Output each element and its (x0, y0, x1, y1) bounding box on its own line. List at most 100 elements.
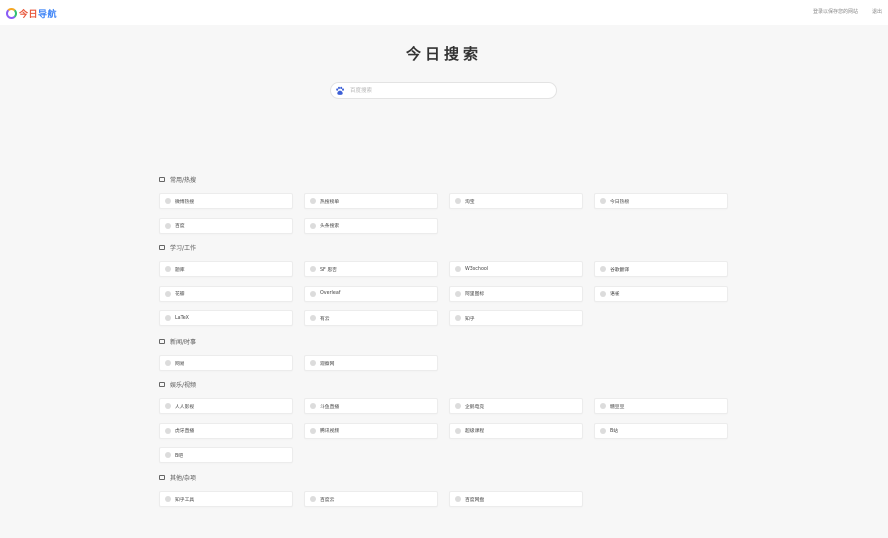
section-label: 娱乐/视频 (170, 382, 197, 389)
site-favicon-icon (600, 266, 606, 272)
site-link-card[interactable]: 淘宝 (449, 193, 583, 209)
site-link-label: Overleaf (320, 291, 341, 296)
site-link-card[interactable]: 糖豆豆 (594, 398, 728, 414)
site-link-card[interactable]: Overleaf (304, 285, 438, 302)
folder-icon (159, 475, 165, 480)
site-favicon-icon (310, 427, 316, 434)
site-favicon-icon (165, 222, 171, 229)
section-title: 学习/工作 (159, 243, 196, 252)
site-link-label: 题库 (175, 267, 185, 273)
site-link-label: 百度 (175, 224, 185, 229)
site-link-card[interactable]: 有云 (304, 310, 438, 326)
site-favicon-icon (165, 427, 171, 434)
site-favicon-icon (455, 496, 461, 502)
site-favicon-icon (165, 315, 171, 321)
site-link-card[interactable]: 语雀 (594, 285, 728, 302)
folder-icon (159, 177, 165, 182)
site-link-label: 阿里图标 (465, 292, 485, 297)
site-favicon-icon (310, 496, 316, 502)
site-favicon-icon (165, 198, 171, 204)
site-link-label: 企鹅电竞 (465, 404, 485, 410)
site-link-label: 语雀 (610, 292, 620, 297)
site-link-card[interactable]: 花瓣 (159, 285, 293, 302)
site-link-label: 百度云 (320, 497, 335, 503)
site-link-card[interactable]: B站 (594, 422, 728, 439)
site-favicon-icon (455, 290, 461, 297)
site-favicon-icon (310, 290, 316, 297)
site-favicon-icon (600, 198, 606, 204)
folder-icon (159, 339, 165, 344)
site-favicon-icon (310, 266, 316, 272)
site-link-label: 今日热榜 (610, 199, 630, 205)
site-link-label: 谷歌翻译 (610, 267, 630, 273)
site-link-label: 花瓣 (175, 292, 185, 297)
link-sections: 常用/热搜 微博热搜 热搜榜单 淘宝 今日热榜 百度 头条搜索 学习/工作 题库 SF 思否 W3s… (0, 0, 888, 538)
site-link-card[interactable]: 知乎 (449, 310, 583, 326)
site-link-label: LaTeX (175, 315, 189, 321)
site-link-label: 头条搜索 (320, 224, 340, 229)
site-favicon-icon (310, 315, 316, 321)
site-favicon-icon (310, 360, 316, 366)
site-link-label: 知乎工具 (175, 497, 195, 503)
site-link-label: 有云 (320, 316, 330, 322)
folder-icon (159, 382, 165, 387)
site-link-card[interactable]: 题库 (159, 261, 293, 277)
site-favicon-icon (455, 427, 461, 434)
site-favicon-icon (600, 427, 606, 434)
site-link-label: 斗鱼直播 (320, 404, 340, 410)
site-link-label: 腾讯视频 (320, 429, 340, 434)
site-link-card[interactable]: SF 思否 (304, 261, 438, 277)
site-link-card[interactable]: 斗鱼直播 (304, 398, 438, 414)
site-link-card[interactable]: 谷歌翻译 (594, 261, 728, 277)
site-link-label: 观察网 (320, 361, 335, 367)
site-link-label: 淘宝 (465, 199, 475, 205)
site-link-label: 网易 (175, 361, 185, 367)
site-link-label: B吧 (175, 453, 184, 459)
site-link-card[interactable]: B吧 (159, 447, 293, 463)
site-link-label: 百度网盘 (465, 497, 485, 503)
site-link-label: W3school (465, 266, 489, 272)
site-link-card[interactable]: 知乎工具 (159, 491, 293, 507)
site-favicon-icon (600, 290, 606, 297)
site-link-label: 糖豆豆 (610, 404, 625, 410)
site-link-card[interactable]: 头条搜索 (304, 217, 438, 234)
site-link-label: 超级课程 (465, 429, 485, 434)
site-favicon-icon (310, 403, 316, 409)
site-favicon-icon (310, 198, 316, 204)
site-link-label: 微博热搜 (175, 199, 195, 205)
site-link-card[interactable]: 人人影视 (159, 398, 293, 414)
site-favicon-icon (455, 266, 461, 272)
site-link-label: 知乎 (465, 316, 475, 322)
site-link-card[interactable]: W3school (449, 261, 583, 277)
site-favicon-icon (165, 496, 171, 502)
site-link-card[interactable]: 百度网盘 (449, 491, 583, 507)
site-link-label: 热搜榜单 (320, 199, 340, 205)
site-link-card[interactable]: 网易 (159, 355, 293, 371)
site-link-card[interactable]: 超级课程 (449, 422, 583, 439)
site-link-card[interactable]: 观察网 (304, 355, 438, 371)
section-label: 学习/工作 (170, 245, 197, 252)
site-favicon-icon (600, 403, 606, 409)
section-label: 其他/杂项 (170, 475, 197, 482)
site-link-card[interactable]: 虎牙直播 (159, 422, 293, 439)
section-label: 新闻/时事 (170, 339, 197, 346)
site-link-card[interactable]: 微博热搜 (159, 193, 293, 209)
site-link-card[interactable]: LaTeX (159, 310, 293, 326)
folder-icon (159, 245, 165, 250)
site-favicon-icon (165, 290, 171, 297)
site-link-label: 人人影视 (175, 404, 195, 410)
section-title: 娱乐/视频 (159, 380, 196, 389)
site-link-card[interactable]: 企鹅电竞 (449, 398, 583, 414)
site-link-card[interactable]: 腾讯视频 (304, 422, 438, 439)
site-link-label: SF 思否 (320, 267, 337, 273)
site-link-label: 虎牙直播 (175, 429, 195, 434)
site-link-label: B站 (610, 429, 619, 434)
site-link-card[interactable]: 阿里图标 (449, 285, 583, 302)
site-favicon-icon (165, 452, 171, 458)
site-link-card[interactable]: 热搜榜单 (304, 193, 438, 209)
site-favicon-icon (455, 198, 461, 204)
site-link-card[interactable]: 百度 (159, 217, 293, 234)
site-link-card[interactable]: 今日热榜 (594, 193, 728, 209)
site-favicon-icon (165, 403, 171, 409)
site-link-card[interactable]: 百度云 (304, 491, 438, 507)
